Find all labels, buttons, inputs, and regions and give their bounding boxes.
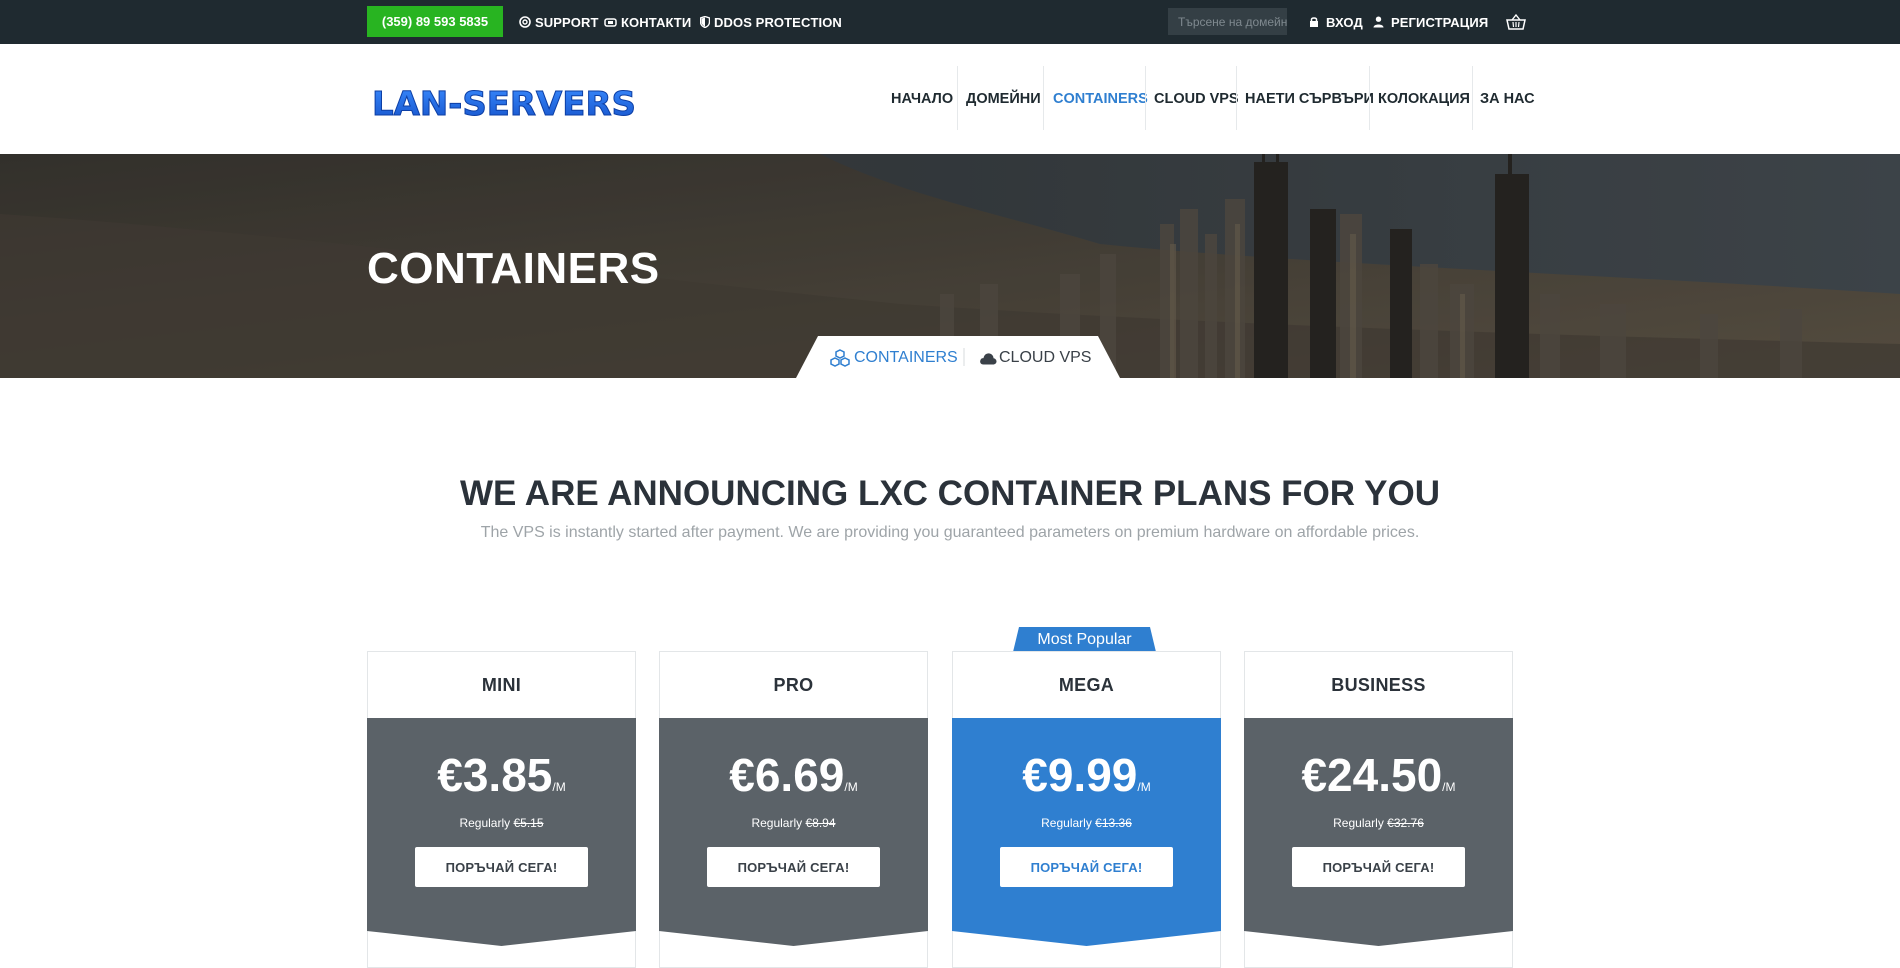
plan-price: €6.69/M — [659, 748, 928, 802]
contacts-label: КОНТАКТИ — [621, 14, 692, 30]
nav-divider — [1236, 66, 1237, 130]
register-label: РЕГИСТРАЦИЯ — [1391, 14, 1489, 30]
nav-divider — [1369, 66, 1370, 130]
plan-price: €3.85/M — [367, 748, 636, 802]
logo-text: LAN-SERVERS — [372, 84, 636, 122]
plan-card-pro: PRO €6.69/M Regularly €8.94 ПОРЪЧАЙ СЕГА… — [659, 651, 928, 968]
tab-cloud-vps[interactable]: CLOUD VPS — [979, 346, 1091, 370]
regular-price-value: €32.76 — [1387, 816, 1424, 830]
nav-divider — [957, 66, 958, 130]
phone-button[interactable]: (359) 89 593 5835 — [367, 6, 503, 37]
order-now-button[interactable]: ПОРЪЧАЙ СЕГА! — [707, 847, 880, 887]
plan-name: MINI — [481, 674, 522, 695]
order-now-button[interactable]: ПОРЪЧАЙ СЕГА! — [1000, 847, 1173, 887]
nav-domains[interactable]: ДОМЕЙНИ — [966, 44, 1041, 154]
price-period: /M — [1442, 780, 1456, 794]
announcement-subtitle: The VPS is instantly started after payme… — [480, 524, 1420, 541]
contacts-link[interactable]: КОНТАКТИ — [604, 0, 691, 44]
lock-icon — [1310, 17, 1318, 27]
domain-search-input[interactable] — [1168, 8, 1287, 35]
hero-title: CONTAINERS — [367, 244, 660, 293]
regular-price: Regularly €5.15 — [367, 816, 636, 830]
basket-icon — [1506, 14, 1526, 30]
register-link[interactable]: РЕГИСТРАЦИЯ — [1373, 0, 1488, 44]
regular-price-value: €8.94 — [805, 816, 836, 830]
plan-card-mini: MINI €3.85/M Regularly €5.15 ПОРЪЧАЙ СЕГ… — [367, 651, 636, 968]
support-label: SUPPORT — [535, 14, 599, 30]
price-period: /M — [1137, 780, 1151, 794]
regular-price: Regularly €32.76 — [1244, 816, 1513, 830]
tab-containers-label: CONTAINERS — [854, 349, 958, 366]
price-amount: €24.50 — [1301, 749, 1443, 801]
user-icon — [1373, 16, 1384, 28]
nav-colocation[interactable]: КОЛОКАЦИЯ — [1378, 44, 1470, 154]
plan-name: MEGA — [1058, 674, 1115, 695]
price-period: /M — [844, 780, 858, 794]
plan-name: PRO — [773, 674, 814, 695]
nav-about[interactable]: ЗА НАС — [1480, 44, 1535, 154]
regular-price: Regularly €8.94 — [659, 816, 928, 830]
most-popular-badge: Most Popular — [1037, 630, 1132, 648]
nav-cloud-vps[interactable]: CLOUD VPS — [1154, 44, 1239, 154]
price-period: /M — [552, 780, 566, 794]
announcement-title: WE ARE ANNOUNCING LXC CONTAINER PLANS FO… — [459, 474, 1441, 513]
phone-icon — [604, 17, 617, 27]
top-bar: (359) 89 593 5835 SUPPORT КОНТАКТИ DDOS … — [0, 0, 1900, 44]
regular-label: Regularly — [1333, 816, 1384, 830]
tab-containers[interactable]: CONTAINERS — [829, 346, 958, 370]
tab-cloud-vps-label: CLOUD VPS — [999, 349, 1092, 366]
nav-home[interactable]: НАЧАЛО — [891, 44, 953, 154]
order-now-button[interactable]: ПОРЪЧАЙ СЕГА! — [1292, 847, 1465, 887]
ddos-label: DDOS PROTECTION — [714, 14, 842, 30]
nav-divider — [1145, 66, 1146, 130]
cart-button[interactable] — [1506, 0, 1530, 44]
regular-price-value: €13.36 — [1095, 816, 1132, 830]
regular-label: Regularly — [459, 816, 511, 830]
ddos-link[interactable]: DDOS PROTECTION — [700, 0, 842, 44]
nav-dedicated-servers[interactable]: НАЕТИ СЪРВЪРИ — [1245, 44, 1374, 154]
login-label: ВХОД — [1326, 14, 1363, 30]
price-amount: €9.99 — [1022, 749, 1138, 801]
lan-servers-logo[interactable]: LAN-SERVERS — [370, 84, 640, 122]
support-icon — [519, 16, 531, 28]
plan-card-business: BUSINESS €24.50/M Regularly €32.76 ПОРЪЧ… — [1244, 651, 1513, 968]
regular-price: Regularly €13.36 — [952, 816, 1221, 830]
nav-containers[interactable]: CONTAINERS — [1053, 44, 1148, 154]
regular-label: Regularly — [751, 816, 803, 830]
plan-card-mega: MEGA €9.99/M Regularly €13.36 ПОРЪЧАЙ СЕ… — [952, 651, 1221, 968]
plan-price: €9.99/M — [952, 748, 1221, 802]
price-amount: €6.69 — [729, 749, 845, 801]
plan-name: BUSINESS — [1331, 674, 1426, 695]
cubes-icon — [830, 349, 850, 367]
support-link[interactable]: SUPPORT — [519, 0, 599, 44]
nav-divider — [1043, 66, 1044, 130]
plan-price: €24.50/M — [1244, 748, 1513, 802]
nav-divider — [1472, 66, 1473, 130]
shield-icon — [700, 16, 710, 28]
login-link[interactable]: ВХОД — [1309, 0, 1363, 44]
regular-label: Regularly — [1041, 816, 1092, 830]
cloud-icon — [980, 352, 997, 364]
order-now-button[interactable]: ПОРЪЧАЙ СЕГА! — [415, 847, 588, 887]
price-amount: €3.85 — [437, 749, 553, 801]
regular-price-value: €5.15 — [513, 816, 544, 830]
